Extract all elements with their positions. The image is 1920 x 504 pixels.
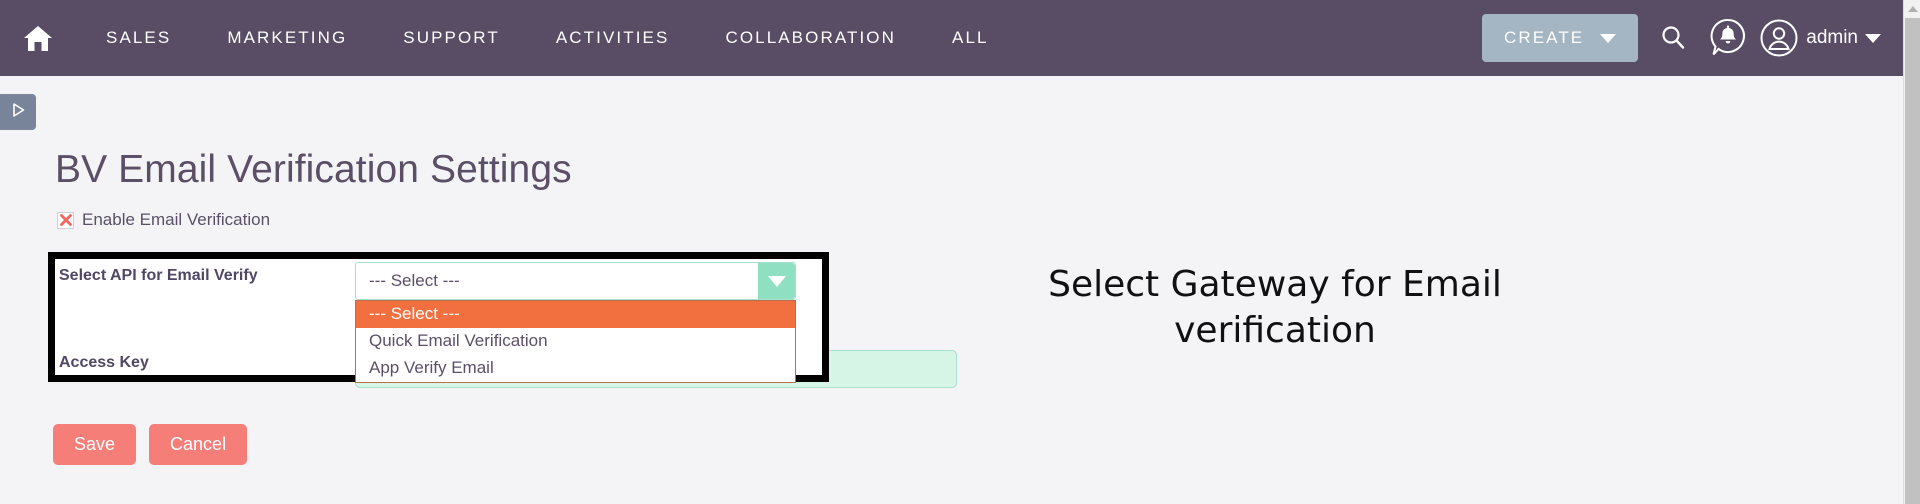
vertical-scrollbar[interactable] — [1903, 0, 1920, 504]
play-triangle-icon — [11, 102, 26, 123]
access-key-label: Access Key — [59, 354, 149, 371]
chevron-down-icon — [1865, 33, 1881, 43]
select-api-label: Select API for Email Verify — [59, 267, 258, 284]
nav-link-support[interactable]: SUPPORT — [375, 0, 528, 76]
navbar-right-controls: CREATE admin — [1481, 0, 1903, 76]
nav-link-activities[interactable]: ACTIVITIES — [528, 0, 698, 76]
nav-link-sales[interactable]: SALES — [78, 0, 199, 76]
scroll-up-arrow-icon[interactable] — [1904, 0, 1920, 17]
cancel-button[interactable]: Cancel — [149, 424, 248, 465]
nav-links: SALES MARKETING SUPPORT ACTIVITIES COLLA… — [78, 0, 1482, 76]
select-api-options-list: --- Select --- Quick Email Verification … — [355, 300, 796, 383]
nav-link-marketing[interactable]: MARKETING — [199, 0, 375, 76]
user-menu[interactable]: admin — [1760, 19, 1881, 57]
top-navbar: SALES MARKETING SUPPORT ACTIVITIES COLLA… — [0, 0, 1903, 76]
chevron-down-icon[interactable] — [758, 263, 795, 299]
sidebar-toggle-button[interactable] — [0, 94, 36, 130]
chevron-down-glyph — [767, 275, 786, 287]
scrollbar-thumb[interactable] — [1905, 18, 1920, 504]
search-icon[interactable] — [1658, 23, 1688, 53]
nav-link-collaboration[interactable]: COLLABORATION — [697, 0, 924, 76]
home-icon[interactable] — [16, 18, 60, 58]
enable-email-verification-label: Enable Email Verification — [82, 210, 271, 229]
select-api-dropdown[interactable]: --- Select --- --- Select --- Quick Emai… — [355, 262, 796, 383]
select-api-control[interactable]: --- Select --- — [355, 262, 796, 300]
select-option-app-verify-email[interactable]: App Verify Email — [356, 355, 795, 382]
save-button[interactable]: Save — [53, 424, 137, 465]
chevron-down-icon — [1600, 33, 1617, 43]
annotation-text: Select Gateway for Email verification — [1048, 264, 1502, 352]
select-option-placeholder[interactable]: --- Select --- — [356, 301, 795, 328]
form-actions: Save Cancel — [53, 424, 248, 465]
create-button[interactable]: CREATE — [1481, 14, 1639, 62]
enable-email-verification-row: Enable Email Verification — [57, 210, 270, 230]
user-name-label: admin — [1806, 27, 1858, 48]
scroll-up-arrow-glyph — [1907, 5, 1918, 12]
notification-bell-icon[interactable] — [1708, 17, 1748, 59]
page-title: BV Email Verification Settings — [55, 148, 572, 191]
enable-email-verification-checkbox[interactable] — [57, 211, 74, 229]
create-button-label: CREATE — [1503, 28, 1585, 47]
nav-link-all[interactable]: ALL — [924, 0, 1017, 76]
user-avatar-icon — [1760, 19, 1798, 57]
select-option-quick-email-verification[interactable]: Quick Email Verification — [356, 328, 795, 355]
select-api-value: --- Select --- — [369, 271, 460, 290]
